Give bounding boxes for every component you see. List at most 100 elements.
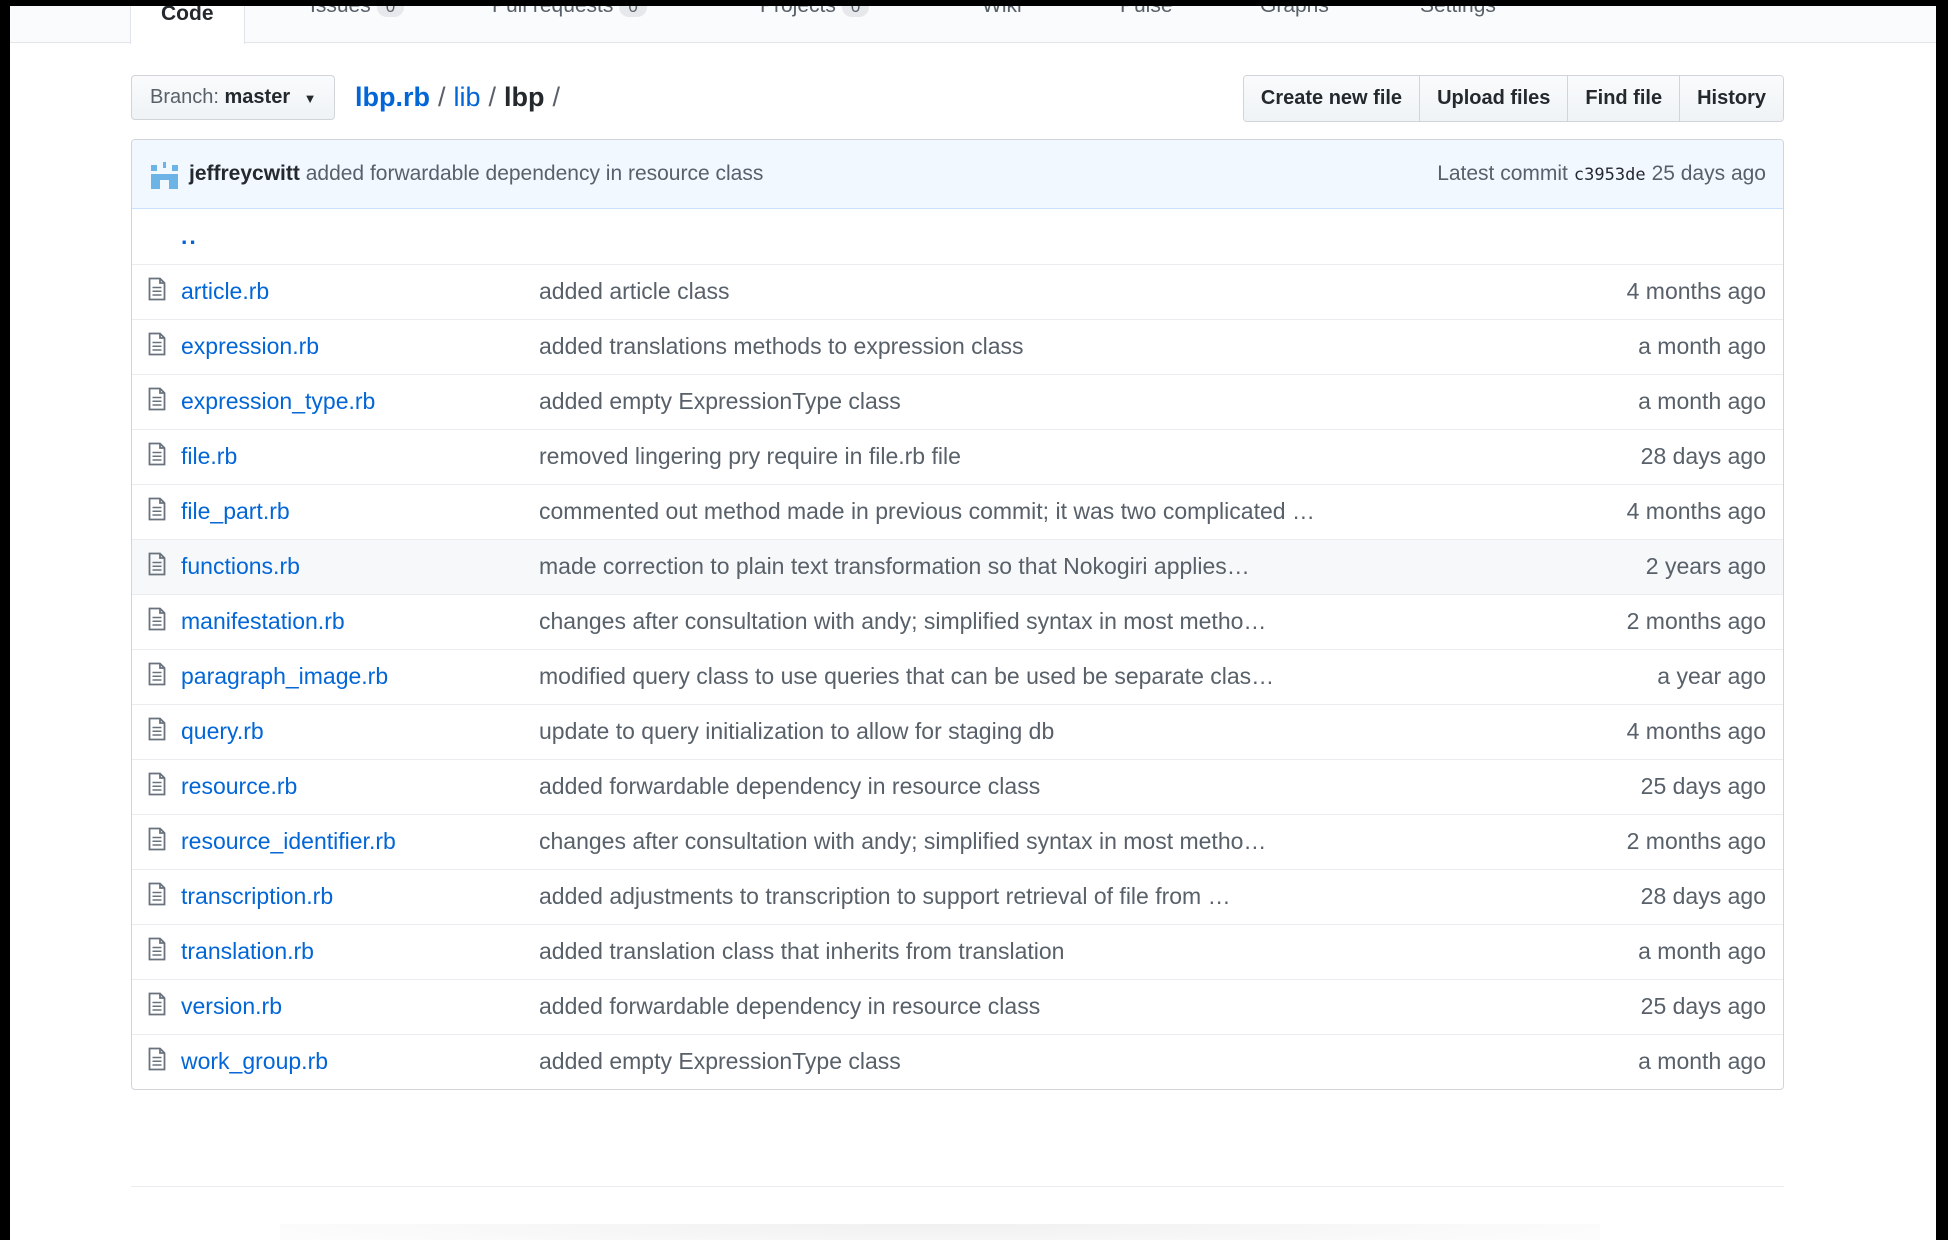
- icon-cell: [132, 428, 181, 484]
- file-link[interactable]: resource.rb: [181, 773, 297, 799]
- tab-settings[interactable]: Settings: [1420, 6, 1496, 24]
- file-commit-message-link[interactable]: added adjustments to transcription to su…: [539, 883, 1231, 909]
- file-name-cell: file_part.rb: [181, 483, 539, 539]
- file-name-cell: work_group.rb: [181, 1033, 539, 1089]
- tab-label: Wiki: [982, 6, 1022, 17]
- tab-graphs[interactable]: Graphs: [1260, 6, 1329, 24]
- branch-prefix: Branch:: [150, 86, 219, 108]
- file-age-cell: 28 days ago: [1574, 428, 1783, 484]
- file-name-cell: manifestation.rb: [181, 593, 539, 649]
- table-row: paragraph_image.rb modified query class …: [132, 648, 1783, 704]
- file-commit-message-link[interactable]: modified query class to use queries that…: [539, 663, 1274, 689]
- file-icon: [148, 1047, 166, 1071]
- file-icon: [148, 552, 166, 575]
- commit-message-cell: made correction to plain text transforma…: [539, 538, 1575, 594]
- file-link[interactable]: file_part.rb: [181, 498, 290, 524]
- file-name-cell: translation.rb: [181, 923, 539, 979]
- file-age: 2 months ago: [1626, 608, 1766, 634]
- tab-label: Code: [161, 6, 214, 25]
- file-commit-message-link[interactable]: added translation class that inherits fr…: [539, 938, 1064, 964]
- commit-age: 25 days ago: [1651, 162, 1766, 185]
- file-commit-message-link[interactable]: changes after consultation with andy; si…: [539, 828, 1266, 854]
- file-age-cell: 2 years ago: [1574, 538, 1783, 594]
- file-age: 28 days ago: [1640, 883, 1766, 909]
- file-age-cell: a month ago: [1574, 318, 1783, 374]
- tab-pull-requests[interactable]: Pull requests 0: [492, 6, 647, 24]
- file-link[interactable]: version.rb: [181, 993, 282, 1019]
- commit-author-link[interactable]: jeffreycwitt: [189, 162, 300, 185]
- upload-files-button[interactable]: Upload files: [1419, 76, 1568, 121]
- file-age: a month ago: [1638, 388, 1766, 414]
- branch-name: master: [224, 86, 291, 108]
- tab-code[interactable]: Code: [130, 6, 245, 44]
- breadcrumb-repo-link[interactable]: lbp.rb: [355, 82, 430, 112]
- history-button[interactable]: History: [1679, 76, 1783, 121]
- file-link[interactable]: work_group.rb: [181, 1048, 328, 1074]
- tab-wiki[interactable]: Wiki: [982, 6, 1022, 24]
- tab-label: Pulse: [1120, 6, 1173, 17]
- icon-cell: [132, 813, 181, 869]
- file-link[interactable]: translation.rb: [181, 938, 314, 964]
- file-link[interactable]: file.rb: [181, 443, 237, 469]
- tab-projects[interactable]: Projects 0: [760, 6, 870, 24]
- file-commit-message-link[interactable]: changes after consultation with andy; si…: [539, 608, 1266, 634]
- commit-message-cell: added adjustments to transcription to su…: [539, 868, 1575, 924]
- file-name-cell: resource.rb: [181, 758, 539, 814]
- tab-pulse[interactable]: Pulse: [1120, 6, 1173, 24]
- file-commit-message-link[interactable]: added empty ExpressionType class: [539, 1048, 901, 1074]
- file-commit-message-link[interactable]: added forwardable dependency in resource…: [539, 993, 1040, 1019]
- file-commit-message-link[interactable]: added empty ExpressionType class: [539, 388, 901, 414]
- file-name-cell: file.rb: [181, 428, 539, 484]
- file-name-cell: transcription.rb: [181, 868, 539, 924]
- caret-down-icon: ▼: [303, 91, 317, 106]
- file-commit-message-link[interactable]: commented out method made in previous co…: [539, 498, 1315, 524]
- breadcrumb: lbp.rb / lib / lbp /: [355, 75, 568, 120]
- file-link[interactable]: expression.rb: [181, 333, 319, 359]
- tab-issues[interactable]: Issues 0: [310, 6, 405, 24]
- file-actions-group: Create new file Upload files Find file H…: [1242, 75, 1784, 122]
- file-commit-message-link[interactable]: made correction to plain text transforma…: [539, 553, 1250, 579]
- file-commit-message-link[interactable]: added article class: [539, 278, 730, 304]
- tab-label: Issues: [310, 6, 371, 17]
- file-link[interactable]: resource_identifier.rb: [181, 828, 396, 854]
- file-link[interactable]: functions.rb: [181, 553, 300, 579]
- file-icon: [148, 827, 166, 850]
- avatar[interactable]: [151, 162, 178, 189]
- file-commit-message-link[interactable]: removed lingering pry require in file.rb…: [539, 443, 961, 469]
- file-age-cell: a month ago: [1574, 373, 1783, 429]
- file-link[interactable]: article.rb: [181, 278, 269, 304]
- commit-message-cell: update to query initialization to allow …: [539, 703, 1575, 759]
- file-name-cell: version.rb: [181, 978, 539, 1034]
- file-age-cell: a month ago: [1574, 923, 1783, 979]
- table-row: resource_identifier.rb changes after con…: [132, 813, 1783, 869]
- file-name-cell: article.rb: [181, 263, 539, 319]
- commit-message-cell: commented out method made in previous co…: [539, 483, 1575, 539]
- file-link[interactable]: expression_type.rb: [181, 388, 375, 414]
- branch-select-button[interactable]: Branch: master ▼: [131, 75, 335, 120]
- icon-cell: [132, 1033, 181, 1089]
- find-file-button[interactable]: Find file: [1567, 76, 1680, 121]
- file-age: a month ago: [1638, 333, 1766, 359]
- file-link[interactable]: paragraph_image.rb: [181, 663, 388, 689]
- breadcrumb-separator: /: [552, 82, 561, 112]
- file-icon: [148, 882, 166, 905]
- file-link[interactable]: transcription.rb: [181, 883, 333, 909]
- file-age-cell: 4 months ago: [1574, 703, 1783, 759]
- file-commit-message-link[interactable]: added forwardable dependency in resource…: [539, 773, 1040, 799]
- breadcrumb-lib-link[interactable]: lib: [454, 82, 481, 112]
- file-age-cell: 28 days ago: [1574, 868, 1783, 924]
- commit-message-cell: removed lingering pry require in file.rb…: [539, 428, 1575, 484]
- file-commit-message-link[interactable]: added translations methods to expression…: [539, 333, 1024, 359]
- tab-label: Projects: [760, 6, 836, 17]
- file-link[interactable]: query.rb: [181, 718, 264, 744]
- file-icon: [148, 772, 166, 795]
- commit-message-cell: added translations methods to expression…: [539, 318, 1575, 374]
- commit-sha-link[interactable]: c3953de: [1574, 165, 1646, 185]
- commit-message-link[interactable]: added forwardable dependency in resource…: [306, 162, 764, 185]
- file-commit-message-link[interactable]: update to query initialization to allow …: [539, 718, 1054, 744]
- file-age: 4 months ago: [1626, 278, 1766, 304]
- parent-dir-link[interactable]: ..: [181, 223, 198, 249]
- create-new-file-button[interactable]: Create new file: [1243, 76, 1420, 121]
- icon-cell: [132, 538, 181, 594]
- file-link[interactable]: manifestation.rb: [181, 608, 345, 634]
